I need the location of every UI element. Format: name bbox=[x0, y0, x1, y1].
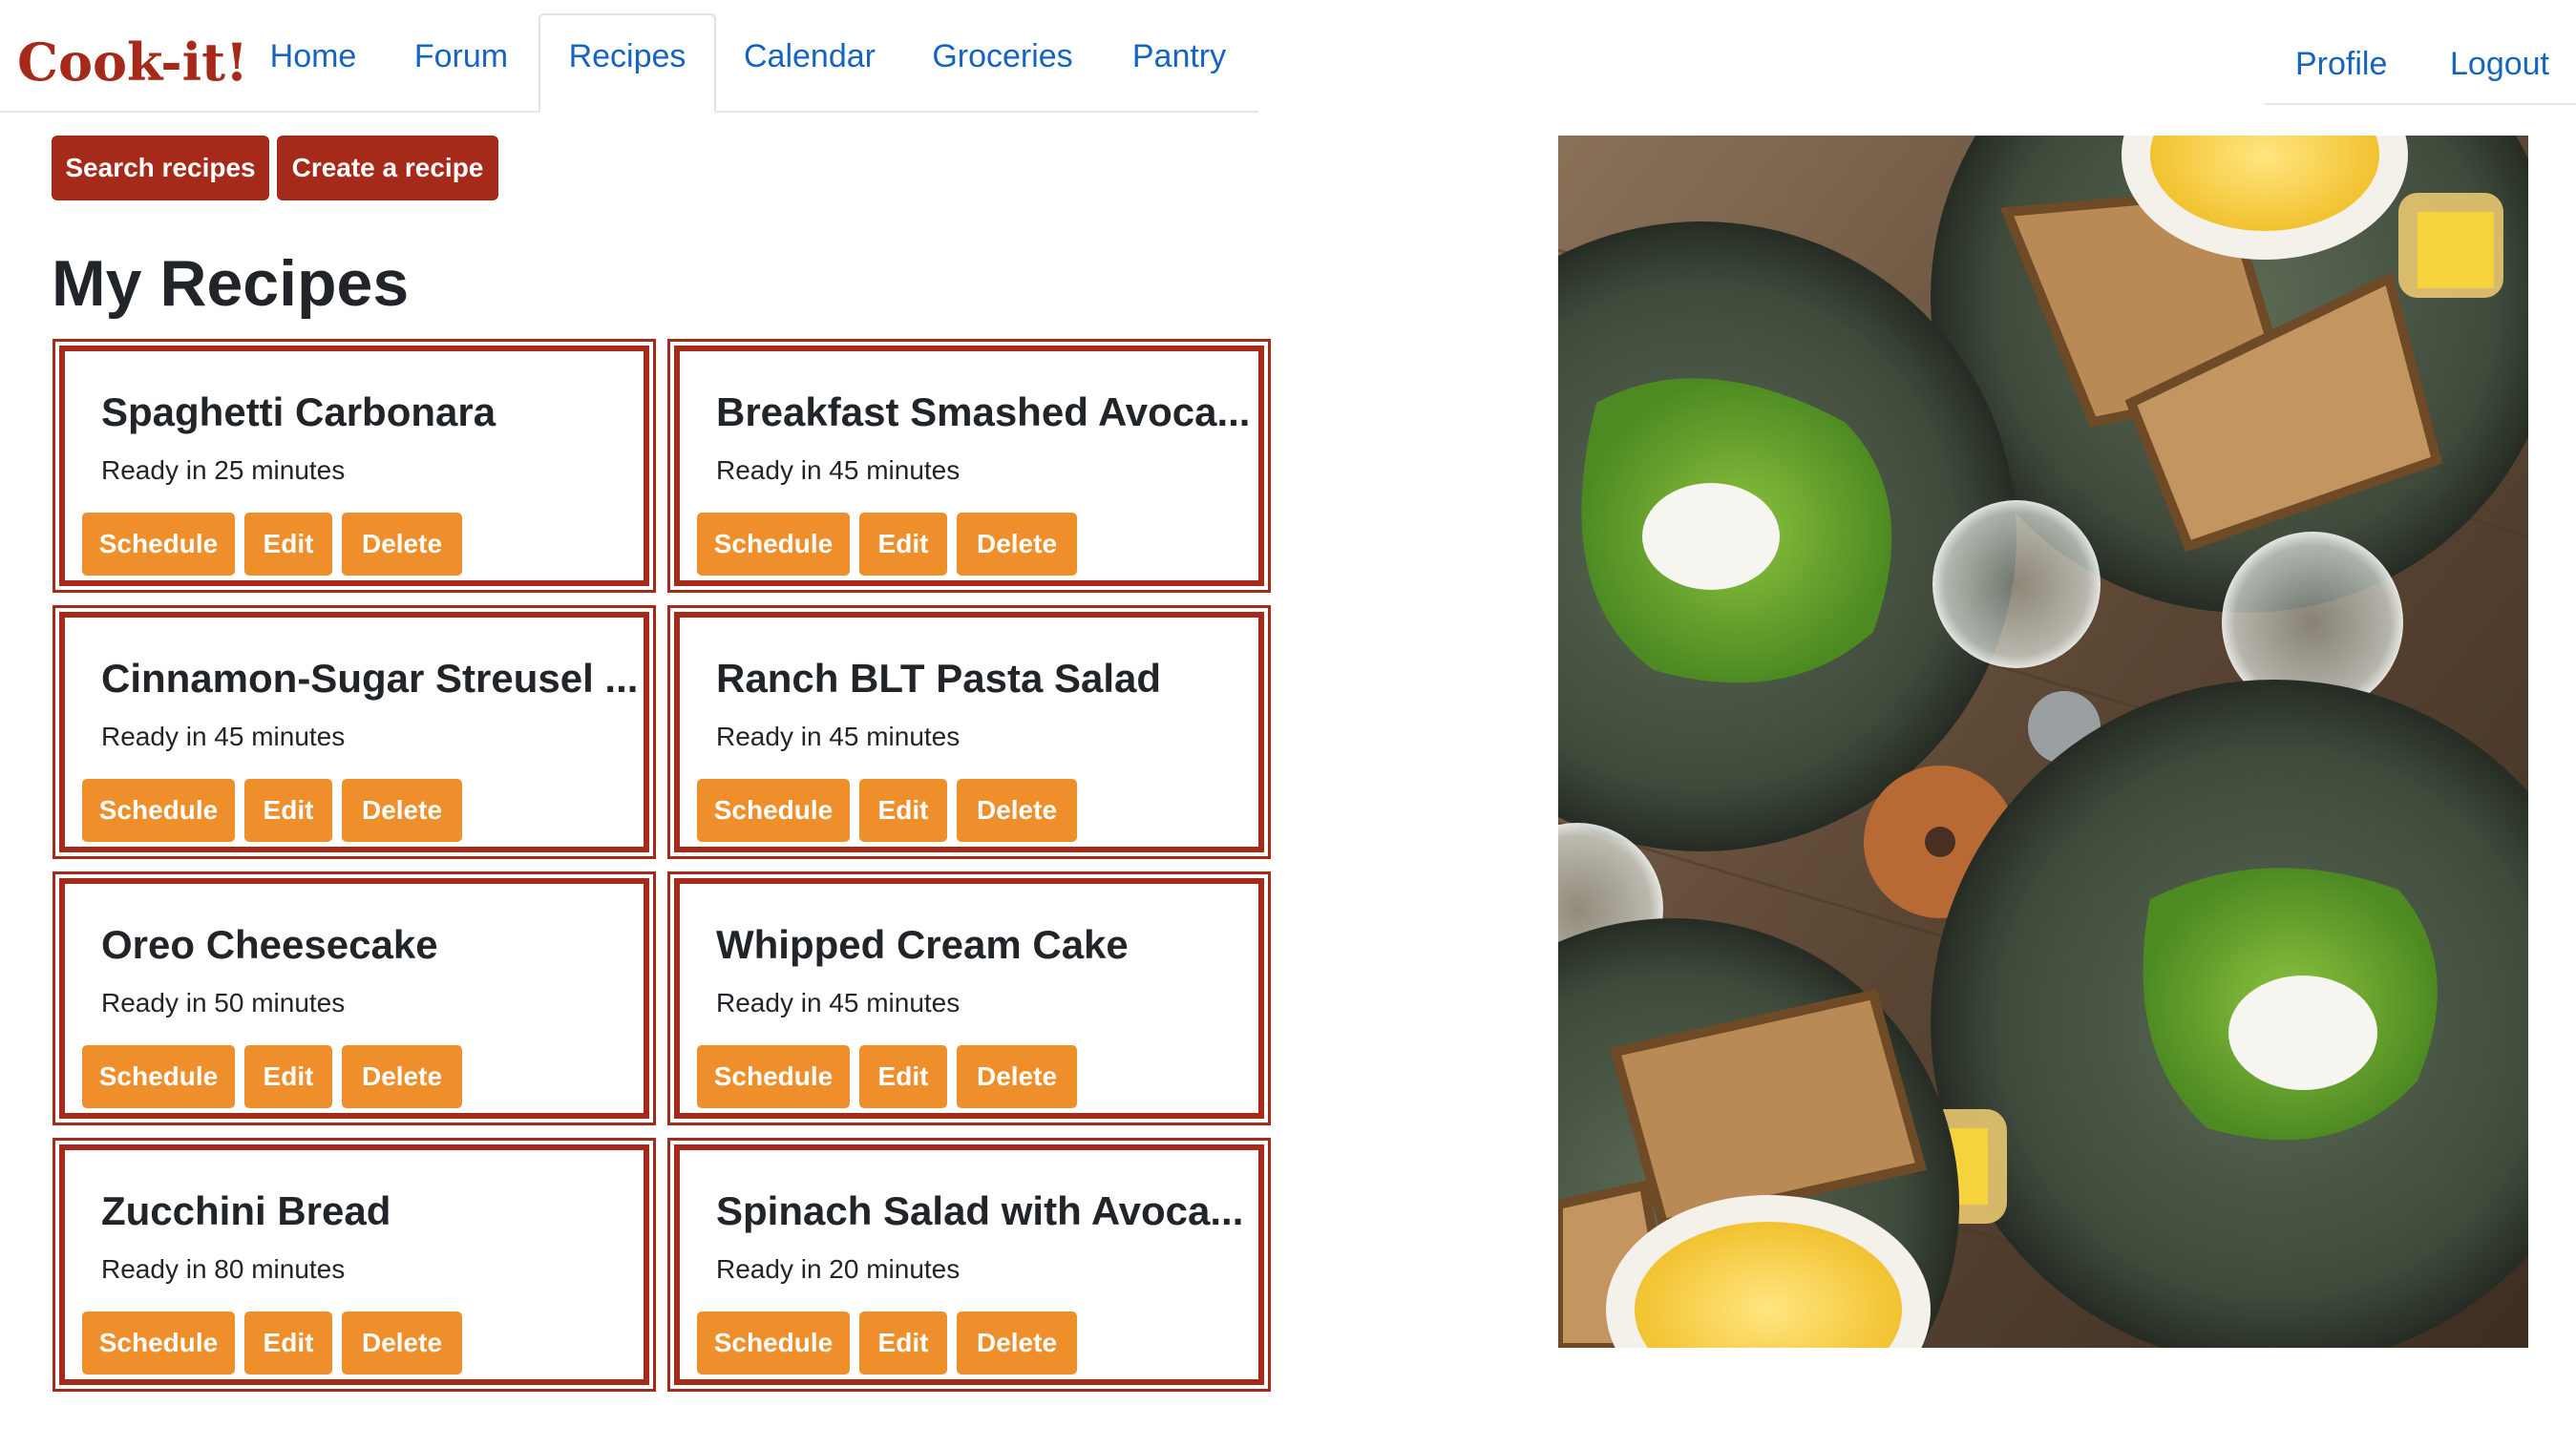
delete-button[interactable]: Delete bbox=[342, 1312, 462, 1375]
recipe-card: Spinach Salad with Avoca... Ready in 20 … bbox=[667, 1138, 1271, 1392]
recipe-title: Ranch BLT Pasta Salad bbox=[716, 656, 1162, 701]
recipe-ready-time: Ready in 45 minutes bbox=[716, 722, 961, 751]
edit-button[interactable]: Edit bbox=[859, 1312, 947, 1375]
nav-calendar[interactable]: Calendar bbox=[726, 15, 894, 97]
edit-button[interactable]: Edit bbox=[244, 1045, 332, 1108]
search-recipes-button[interactable]: Search recipes bbox=[52, 136, 269, 200]
delete-button[interactable]: Delete bbox=[342, 779, 462, 842]
food-photo-illustration bbox=[1558, 136, 2528, 1348]
edit-button[interactable]: Edit bbox=[859, 779, 947, 842]
schedule-button[interactable]: Schedule bbox=[697, 513, 850, 576]
recipe-ready-time: Ready in 20 minutes bbox=[716, 1254, 961, 1284]
recipe-card: Zucchini Bread Ready in 80 minutes Sched… bbox=[53, 1138, 656, 1392]
schedule-button[interactable]: Schedule bbox=[697, 779, 850, 842]
edit-button[interactable]: Edit bbox=[859, 1045, 947, 1108]
nav-pantry[interactable]: Pantry bbox=[1111, 15, 1247, 97]
edit-button[interactable]: Edit bbox=[244, 1312, 332, 1375]
main-navbar: Cook-it! Home Forum Recipes Calendar Gro… bbox=[0, 0, 1258, 113]
page-title: My Recipes bbox=[52, 247, 410, 320]
recipe-card: Spaghetti Carbonara Ready in 25 minutes … bbox=[53, 339, 656, 593]
schedule-button[interactable]: Schedule bbox=[697, 1045, 850, 1108]
hero-food-image bbox=[1558, 136, 2528, 1348]
schedule-button[interactable]: Schedule bbox=[82, 1045, 235, 1108]
nav-forum[interactable]: Forum bbox=[390, 15, 533, 97]
edit-button[interactable]: Edit bbox=[244, 513, 332, 576]
schedule-button[interactable]: Schedule bbox=[82, 779, 235, 842]
nav-groceries[interactable]: Groceries bbox=[918, 15, 1087, 97]
recipe-title: Breakfast Smashed Avoca... bbox=[716, 389, 1251, 434]
recipe-card: Breakfast Smashed Avoca... Ready in 45 m… bbox=[667, 339, 1271, 593]
schedule-button[interactable]: Schedule bbox=[82, 1312, 235, 1375]
recipe-title: Oreo Cheesecake bbox=[101, 922, 438, 967]
recipe-card: Ranch BLT Pasta Salad Ready in 45 minute… bbox=[667, 605, 1271, 859]
recipe-card: Whipped Cream Cake Ready in 45 minutes S… bbox=[667, 871, 1271, 1125]
schedule-button[interactable]: Schedule bbox=[697, 1312, 850, 1375]
nav-logout[interactable]: Logout bbox=[2450, 23, 2549, 105]
nav-profile[interactable]: Profile bbox=[2295, 23, 2387, 105]
recipe-ready-time: Ready in 80 minutes bbox=[101, 1254, 346, 1284]
delete-button[interactable]: Delete bbox=[957, 513, 1077, 576]
recipe-card: Oreo Cheesecake Ready in 50 minutes Sche… bbox=[53, 871, 656, 1125]
brand-logo[interactable]: Cook-it! bbox=[17, 29, 248, 95]
recipe-title: Cinnamon-Sugar Streusel ... bbox=[101, 656, 639, 701]
create-recipe-button[interactable]: Create a recipe bbox=[277, 136, 498, 200]
delete-button[interactable]: Delete bbox=[957, 1312, 1077, 1375]
recipe-title: Zucchini Bread bbox=[101, 1188, 391, 1233]
nav-recipes[interactable]: Recipes bbox=[538, 13, 716, 113]
recipe-title: Whipped Cream Cake bbox=[716, 922, 1129, 967]
delete-button[interactable]: Delete bbox=[957, 779, 1077, 842]
edit-button[interactable]: Edit bbox=[244, 779, 332, 842]
recipe-card: Cinnamon-Sugar Streusel ... Ready in 45 … bbox=[53, 605, 656, 859]
recipe-ready-time: Ready in 45 minutes bbox=[716, 455, 961, 485]
recipe-ready-time: Ready in 45 minutes bbox=[101, 722, 346, 751]
delete-button[interactable]: Delete bbox=[342, 513, 462, 576]
recipe-ready-time: Ready in 45 minutes bbox=[716, 988, 961, 1018]
recipe-ready-time: Ready in 25 minutes bbox=[101, 455, 346, 485]
edit-button[interactable]: Edit bbox=[859, 513, 947, 576]
delete-button[interactable]: Delete bbox=[342, 1045, 462, 1108]
recipe-title: Spaghetti Carbonara bbox=[101, 389, 496, 434]
nav-home[interactable]: Home bbox=[246, 15, 380, 97]
user-navbar: Profile Logout bbox=[2265, 0, 2576, 105]
schedule-button[interactable]: Schedule bbox=[82, 513, 235, 576]
recipe-ready-time: Ready in 50 minutes bbox=[101, 988, 346, 1018]
recipe-title: Spinach Salad with Avoca... bbox=[716, 1188, 1244, 1233]
delete-button[interactable]: Delete bbox=[957, 1045, 1077, 1108]
